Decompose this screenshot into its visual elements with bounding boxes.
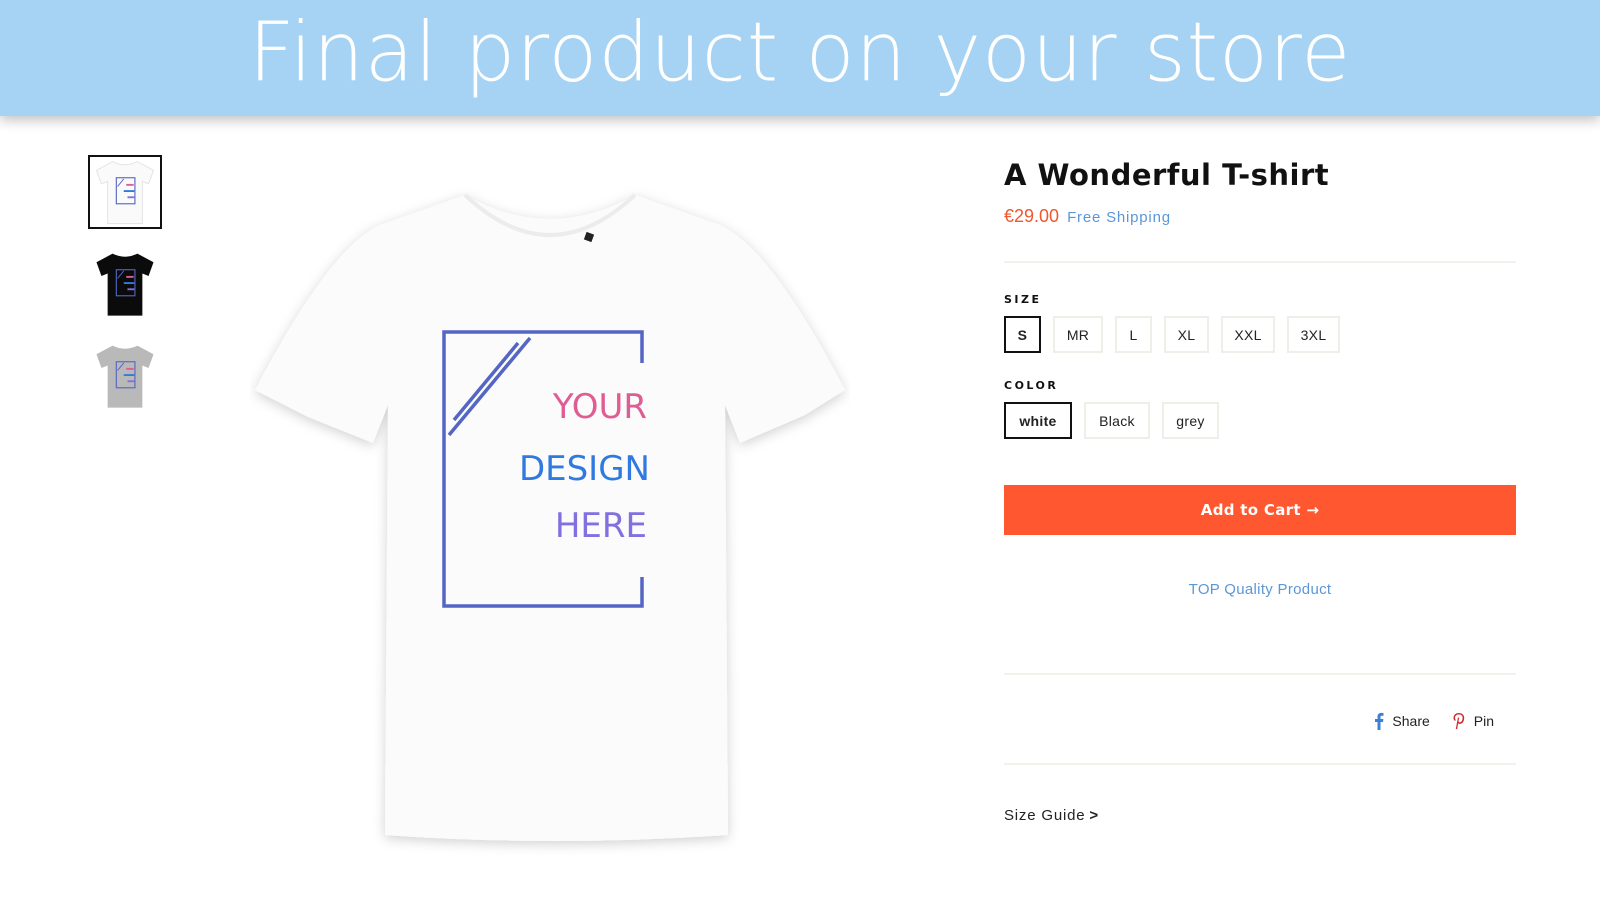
facebook-icon xyxy=(1375,712,1384,730)
divider xyxy=(1004,763,1516,765)
social-share: Share Pin xyxy=(1004,711,1516,731)
thumbnail-white[interactable] xyxy=(88,155,162,229)
size-option-xl[interactable]: XL xyxy=(1164,316,1209,353)
color-option-grey[interactable]: grey xyxy=(1162,402,1219,439)
size-options: S MR L XL XXL 3XL xyxy=(1004,316,1516,353)
color-option-black[interactable]: Black xyxy=(1084,402,1150,439)
banner: Final product on your store xyxy=(0,0,1600,116)
pinterest-pin-button[interactable]: Pin xyxy=(1452,712,1494,730)
banner-title: Final product on your store xyxy=(248,4,1352,100)
color-label: COLOR xyxy=(1004,379,1059,392)
product-details: A Wonderful T-shirt €29.00 Free Shipping… xyxy=(1004,155,1516,824)
divider xyxy=(1004,261,1516,263)
divider xyxy=(1004,673,1516,675)
pin-label: Pin xyxy=(1473,713,1494,729)
product-title: A Wonderful T-shirt xyxy=(1004,158,1330,192)
price-row: €29.00 Free Shipping xyxy=(1004,206,1516,227)
facebook-share-button[interactable]: Share xyxy=(1374,712,1430,730)
size-option-l[interactable]: L xyxy=(1115,316,1152,353)
chevron-right-icon: > xyxy=(1089,807,1099,824)
design-text-your: YOUR xyxy=(552,387,647,427)
tshirt-thumb-white-icon xyxy=(95,161,155,225)
design-text-design: DESIGN xyxy=(519,449,650,489)
size-guide-link[interactable]: Size Guide > xyxy=(1004,807,1516,824)
share-label: Share xyxy=(1392,713,1430,729)
size-guide-label: Size Guide xyxy=(1004,807,1086,824)
size-label: SIZE xyxy=(1004,293,1042,306)
pinterest-icon xyxy=(1453,713,1464,729)
tshirt-thumb-black-icon xyxy=(96,253,154,316)
color-option-white[interactable]: white xyxy=(1004,402,1072,439)
shipping-note: Free Shipping xyxy=(1067,209,1171,226)
size-option-xxl[interactable]: XXL xyxy=(1221,316,1275,353)
size-option-s[interactable]: S xyxy=(1004,316,1041,353)
quality-note: TOP Quality Product xyxy=(1188,581,1332,598)
size-option-3xl[interactable]: 3XL xyxy=(1287,316,1340,353)
add-to-cart-button[interactable]: Add to Cart → xyxy=(1004,485,1516,535)
size-option-mr[interactable]: MR xyxy=(1053,316,1103,353)
price: €29.00 xyxy=(1004,206,1060,226)
thumbnail-grey[interactable] xyxy=(88,339,162,413)
main-product-image[interactable]: YOUR DESIGN HERE xyxy=(250,185,850,855)
thumbnail-gallery xyxy=(88,155,162,431)
design-text-here: HERE xyxy=(555,506,647,546)
tshirt-thumb-grey-icon xyxy=(96,345,154,408)
tshirt-image: YOUR DESIGN HERE xyxy=(255,193,845,841)
thumbnail-black[interactable] xyxy=(88,247,162,321)
color-options: white Black grey xyxy=(1004,402,1516,439)
